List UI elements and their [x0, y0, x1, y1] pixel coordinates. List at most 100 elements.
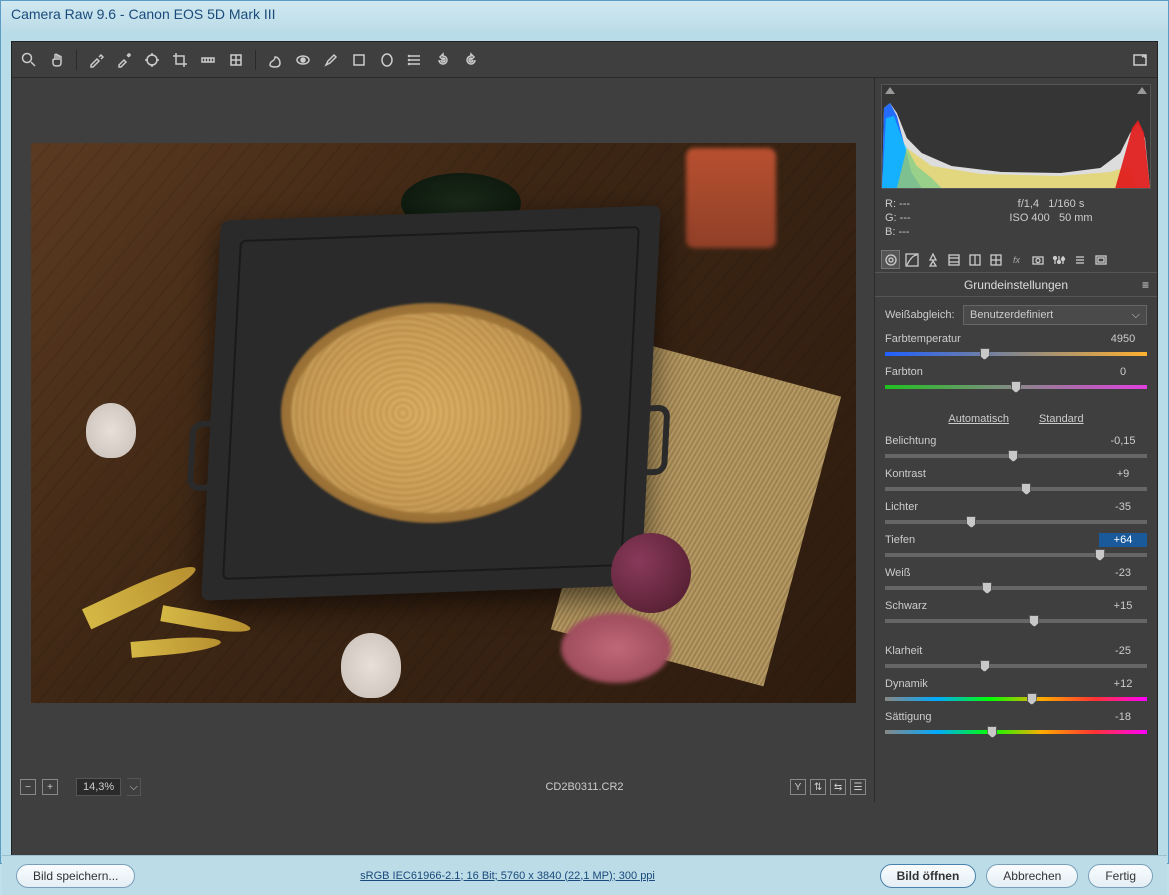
rotate-cw-icon[interactable]	[460, 49, 482, 71]
workflow-link[interactable]: sRGB IEC61966-2.1; 16 Bit; 5760 x 3840 (…	[360, 870, 655, 882]
slider-track[interactable]	[885, 726, 1147, 738]
wb-dropdown[interactable]: Benutzerdefiniert	[963, 305, 1147, 325]
tab-curve-icon[interactable]	[902, 250, 921, 269]
app-window: Camera Raw 9.6 - Canon EOS 5D Mark III	[0, 0, 1169, 864]
tab-lens-icon[interactable]	[986, 250, 1005, 269]
adjustments-pane: R: --- G: --- B: --- f/1,4 1/160 s ISO 4…	[874, 78, 1157, 802]
tab-adjust-icon[interactable]	[1049, 250, 1068, 269]
tab-basic-icon[interactable]	[881, 250, 900, 269]
slider-track[interactable]	[885, 582, 1147, 594]
tab-hsl-icon[interactable]	[944, 250, 963, 269]
open-image-button[interactable]: Bild öffnen	[880, 864, 977, 888]
done-button[interactable]: Fertig	[1088, 864, 1153, 888]
slider-Schwarz: Schwarz +15	[885, 598, 1147, 627]
panel-menu-icon[interactable]: ≡	[1142, 278, 1149, 292]
panel-title: Grundeinstellungen ≡	[875, 273, 1157, 297]
slider-value[interactable]: +9	[1099, 467, 1147, 481]
spot-removal-icon[interactable]	[264, 49, 286, 71]
panel-tabs: fx	[875, 247, 1157, 273]
slider-track[interactable]	[885, 693, 1147, 705]
slider-label: Lichter	[885, 501, 918, 513]
slider-label: Klarheit	[885, 645, 922, 657]
preview-pane: − + 14,3% ⌵ CD2B0311.CR2 Y ⇅ ⇆ ☰	[12, 78, 874, 802]
slider-track[interactable]	[885, 450, 1147, 462]
tab-snapshots-icon[interactable]	[1091, 250, 1110, 269]
slider-track[interactable]	[885, 483, 1147, 495]
slider-thumb[interactable]	[1027, 693, 1037, 705]
slider-thumb[interactable]	[982, 582, 992, 594]
slider-thumb[interactable]	[966, 516, 976, 528]
radial-filter-icon[interactable]	[376, 49, 398, 71]
shadow-clipping-icon[interactable]	[885, 87, 895, 94]
zoom-level[interactable]: 14,3%	[76, 778, 121, 796]
highlight-clip-toggle[interactable]: +	[42, 779, 58, 795]
slider-value[interactable]: -23	[1099, 566, 1147, 580]
before-after-icon[interactable]: Y	[790, 779, 806, 795]
redeye-icon[interactable]	[292, 49, 314, 71]
shadow-clip-toggle[interactable]: −	[20, 779, 36, 795]
auto-link[interactable]: Automatisch	[948, 413, 1009, 425]
slider-Farbtemperatur: Farbtemperatur 4950	[885, 331, 1147, 360]
cancel-button[interactable]: Abbrechen	[986, 864, 1078, 888]
slider-thumb[interactable]	[1008, 450, 1018, 462]
slider-thumb[interactable]	[1011, 381, 1021, 393]
tab-camera-icon[interactable]	[1028, 250, 1047, 269]
zoom-dropdown-icon[interactable]: ⌵	[127, 778, 141, 796]
preview-area[interactable]	[18, 84, 868, 762]
straighten-icon[interactable]	[197, 49, 219, 71]
slider-thumb[interactable]	[980, 660, 990, 672]
slider-value[interactable]: -0,15	[1099, 434, 1147, 448]
shutter: 1/160 s	[1048, 198, 1084, 210]
slider-track[interactable]	[885, 348, 1147, 360]
swap-icon[interactable]: ⇅	[810, 779, 826, 795]
grad-filter-icon[interactable]	[348, 49, 370, 71]
copy-settings-icon[interactable]: ⇆	[830, 779, 846, 795]
eyedropper-icon[interactable]	[85, 49, 107, 71]
panel-body: Weißabgleich: Benutzerdefiniert Farbtemp…	[875, 297, 1157, 802]
slider-thumb[interactable]	[1021, 483, 1031, 495]
tab-fx-icon[interactable]: fx	[1007, 250, 1026, 269]
highlight-clipping-icon[interactable]	[1137, 87, 1147, 94]
preview-status-bar: − + 14,3% ⌵ CD2B0311.CR2 Y ⇅ ⇆ ☰	[18, 772, 868, 802]
transform-icon[interactable]	[225, 49, 247, 71]
tab-presets-icon[interactable]	[1070, 250, 1089, 269]
target-adjust-icon[interactable]	[141, 49, 163, 71]
tab-split-icon[interactable]	[965, 250, 984, 269]
aperture: f/1,4	[1018, 198, 1039, 210]
tab-detail-icon[interactable]	[923, 250, 942, 269]
slider-thumb[interactable]	[980, 348, 990, 360]
presets-list-icon[interactable]	[404, 49, 426, 71]
hand-tool-icon[interactable]	[46, 49, 68, 71]
slider-label: Tiefen	[885, 534, 915, 546]
zoom-tool-icon[interactable]	[18, 49, 40, 71]
slider-Lichter: Lichter -35	[885, 499, 1147, 528]
histogram[interactable]	[881, 84, 1151, 189]
readout-b: B: ---	[885, 225, 955, 239]
fullscreen-icon[interactable]	[1129, 49, 1151, 71]
slider-value[interactable]: +12	[1099, 677, 1147, 691]
crop-icon[interactable]	[169, 49, 191, 71]
slider-value[interactable]: 4950	[1099, 332, 1147, 346]
color-sampler-icon[interactable]	[113, 49, 135, 71]
slider-track[interactable]	[885, 381, 1147, 393]
slider-thumb[interactable]	[1095, 549, 1105, 561]
slider-track[interactable]	[885, 615, 1147, 627]
slider-track[interactable]	[885, 516, 1147, 528]
brush-icon[interactable]	[320, 49, 342, 71]
slider-value[interactable]: -35	[1099, 500, 1147, 514]
default-link[interactable]: Standard	[1039, 413, 1084, 425]
save-image-button[interactable]: Bild speichern...	[16, 864, 135, 888]
slider-value[interactable]: -18	[1099, 710, 1147, 724]
slider-thumb[interactable]	[1029, 615, 1039, 627]
readout-r: R: ---	[885, 197, 955, 211]
slider-thumb[interactable]	[987, 726, 997, 738]
slider-track[interactable]	[885, 549, 1147, 561]
slider-value[interactable]: +15	[1099, 599, 1147, 613]
top-toolbar	[12, 42, 1157, 78]
rotate-ccw-icon[interactable]	[432, 49, 454, 71]
preferences-icon[interactable]: ☰	[850, 779, 866, 795]
slider-value[interactable]: 0	[1099, 365, 1147, 379]
slider-value[interactable]: +64	[1099, 533, 1147, 547]
slider-value[interactable]: -25	[1099, 644, 1147, 658]
slider-track[interactable]	[885, 660, 1147, 672]
